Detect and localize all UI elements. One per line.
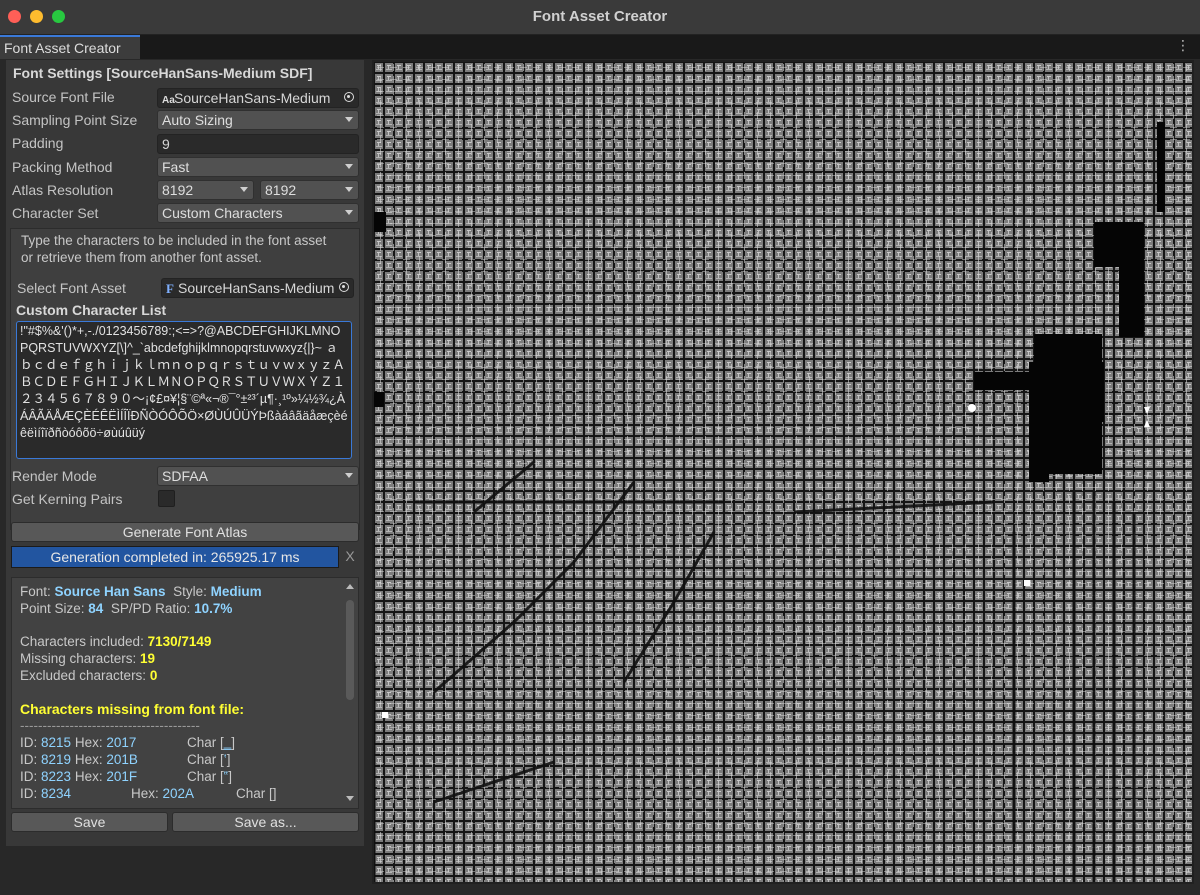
- padding-label: Padding: [12, 135, 64, 151]
- atlas-width-dropdown[interactable]: 8192: [157, 180, 254, 200]
- chevron-down-icon: [345, 117, 353, 122]
- missing-characters-value: 19: [140, 651, 156, 666]
- separator: ----------------------------------------: [20, 718, 200, 733]
- save-button[interactable]: Save: [11, 812, 168, 832]
- scrollbar-thumb[interactable]: [346, 600, 354, 700]
- font-file-icon: Aa: [162, 95, 175, 106]
- atlas-height-value: 8192: [265, 182, 297, 198]
- scroll-down-icon[interactable]: [346, 796, 354, 801]
- packing-value: Fast: [162, 159, 190, 175]
- settings-panel: Font Settings [SourceHanSans-Medium SDF]…: [6, 60, 364, 846]
- missing-row: ID: 8219 Hex: 201B Char [‛]: [20, 752, 231, 767]
- select-font-asset-field[interactable]: F SourceHanSans-Medium: [161, 278, 354, 298]
- font-atlas-preview: [372, 60, 1194, 884]
- font-info-box[interactable]: Font: Source Han Sans Style: Medium Poin…: [11, 577, 359, 809]
- characters-included-value: 7130/7149: [147, 634, 212, 649]
- packing-label: Packing Method: [12, 159, 113, 175]
- excluded-characters-value: 0: [149, 668, 158, 683]
- source-font-field[interactable]: AaSourceHanSans-Medium: [157, 88, 359, 108]
- chevron-down-icon: [345, 187, 353, 192]
- missing-row: ID: 8223 Hex: 201F Char [‟]: [20, 769, 233, 784]
- tab-bar: Font Asset Creator ⋮: [0, 35, 1200, 59]
- generate-font-atlas-button[interactable]: Generate Font Atlas: [11, 522, 359, 542]
- info-scrollbar[interactable]: [344, 580, 356, 806]
- custom-character-list-label: Custom Character List: [16, 302, 167, 318]
- missing-header: Characters missing from font file:: [20, 701, 245, 717]
- sampling-label: Sampling Point Size: [12, 112, 138, 128]
- save-as-button[interactable]: Save as...: [172, 812, 359, 832]
- character-set-value: Custom Characters: [162, 205, 283, 221]
- object-picker-icon[interactable]: [339, 282, 349, 292]
- kerning-label: Get Kerning Pairs: [12, 491, 123, 507]
- missing-row: ID: 8215 Hex: 2017 Char [‗]: [20, 735, 235, 750]
- atlas-resolution-label: Atlas Resolution: [12, 182, 114, 198]
- scroll-up-icon[interactable]: [346, 584, 354, 589]
- font-asset-creator-window: Font Asset Creator Font Asset Creator ⋮ …: [0, 0, 1200, 895]
- select-font-asset-label: Select Font Asset: [17, 280, 126, 296]
- point-size-line: Point Size: 84 SP/PD Ratio: 10.7%: [20, 601, 233, 616]
- object-picker-icon[interactable]: [344, 92, 354, 102]
- kerning-checkbox[interactable]: [158, 490, 175, 507]
- font-name-value: Source Han Sans: [54, 584, 166, 599]
- window-title: Font Asset Creator: [532, 8, 668, 25]
- excluded-characters-line: Excluded characters: 0: [20, 668, 158, 683]
- source-font-value: SourceHanSans-Medium: [174, 90, 331, 106]
- chevron-down-icon: [345, 210, 353, 215]
- atlas-width-value: 8192: [162, 182, 194, 198]
- style-value: Medium: [210, 584, 262, 599]
- sampling-point-size-dropdown[interactable]: Auto Sizing: [157, 110, 359, 130]
- help-text-line-2: or retrieve them from another font asset…: [21, 250, 262, 265]
- render-mode-label: Render Mode: [12, 468, 97, 484]
- atlas-texture-image: [374, 62, 1192, 882]
- render-mode-value: SDFAA: [162, 468, 208, 484]
- characters-included-line: Characters included: 7130/7149: [20, 634, 212, 649]
- close-icon[interactable]: X: [340, 546, 360, 568]
- render-mode-dropdown[interactable]: SDFAA: [157, 466, 359, 486]
- packing-method-dropdown[interactable]: Fast: [157, 157, 359, 177]
- ratio-value: 10.7%: [194, 601, 233, 616]
- missing-row: ID: 8234 Hex: 202A Char []: [20, 786, 277, 801]
- sampling-value: Auto Sizing: [162, 112, 233, 128]
- point-size-value: 84: [88, 601, 104, 616]
- kebab-menu-icon[interactable]: ⋮: [1176, 37, 1190, 54]
- custom-character-list-textarea[interactable]: !"#$%&'()*+,-./0123456789:;<=>?@ABCDEFGH…: [16, 321, 352, 459]
- help-text: Type the characters to be included in th…: [21, 232, 351, 266]
- missing-characters-line: Missing characters: 19: [20, 651, 156, 666]
- padding-input[interactable]: 9: [157, 134, 359, 154]
- chevron-down-icon: [240, 187, 248, 192]
- character-set-label: Character Set: [12, 205, 99, 221]
- settings-header: Font Settings [SourceHanSans-Medium SDF]: [13, 65, 313, 81]
- title-bar: Font Asset Creator: [0, 0, 1200, 35]
- chevron-down-icon: [345, 164, 353, 169]
- tab-font-asset-creator[interactable]: Font Asset Creator: [0, 35, 140, 59]
- help-text-line-1: Type the characters to be included in th…: [21, 233, 327, 248]
- source-font-label: Source Font File: [12, 89, 115, 105]
- generation-progress-bar: Generation completed in: 265925.17 ms: [11, 546, 339, 568]
- font-asset-icon: F: [166, 281, 174, 296]
- character-set-dropdown[interactable]: Custom Characters: [157, 203, 359, 223]
- select-font-asset-value: SourceHanSans-Medium: [178, 280, 335, 296]
- chevron-down-icon: [345, 473, 353, 478]
- font-info-line: Font: Source Han Sans Style: Medium: [20, 584, 262, 599]
- atlas-height-dropdown[interactable]: 8192: [260, 180, 359, 200]
